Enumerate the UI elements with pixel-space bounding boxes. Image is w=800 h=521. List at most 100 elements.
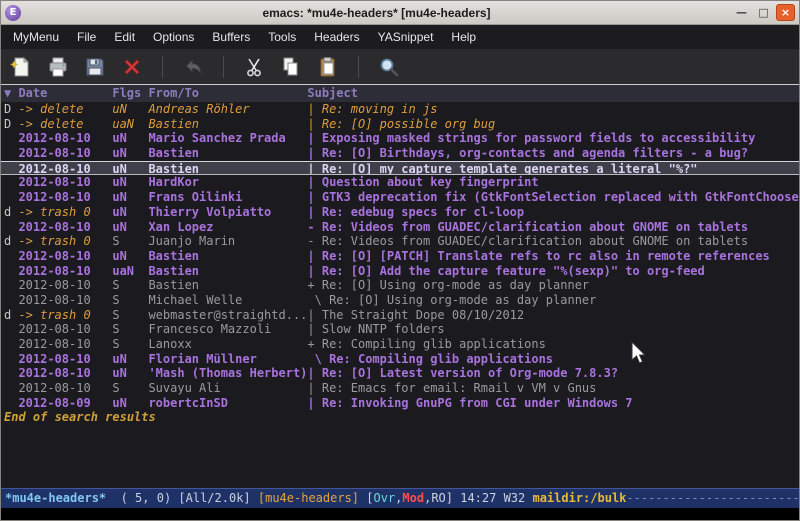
flags: uN xyxy=(112,102,148,117)
toolbar-separator xyxy=(162,56,163,78)
from: Andreas Röhler xyxy=(148,102,307,117)
maximize-button[interactable]: □ xyxy=(754,4,773,21)
message-row[interactable]: d -> trash 0 S Juanjo Marin - Re: Videos… xyxy=(1,234,799,249)
flags: uN xyxy=(112,146,148,161)
mark-char xyxy=(4,293,18,308)
message-row[interactable]: 2012-08-10 uN Xan Lopez - Re: Videos fro… xyxy=(1,220,799,235)
date-or-mark: 2012-08-10 xyxy=(18,381,112,396)
subject: | Re: moving in js xyxy=(307,102,799,117)
subject: + Re: [O] Using org-mode as day planner xyxy=(307,278,799,293)
menu-item-options[interactable]: Options xyxy=(144,27,203,47)
cut-icon xyxy=(242,55,266,79)
column-header-date[interactable]: Date xyxy=(18,85,112,102)
undo-icon xyxy=(181,55,205,79)
echo-area[interactable] xyxy=(1,508,799,520)
date-or-mark: -> trash 0 xyxy=(18,308,112,323)
menu-item-yasnippet[interactable]: YASnippet xyxy=(369,27,443,47)
message-row[interactable]: d -> trash 0 S webmaster@straightd... | … xyxy=(1,308,799,323)
subject: | Question about key fingerprint xyxy=(307,175,799,190)
flags: uaN xyxy=(112,264,148,279)
menu-item-file[interactable]: File xyxy=(68,27,105,47)
menu-item-help[interactable]: Help xyxy=(442,27,485,47)
subject: | Re: [O] possible org bug xyxy=(307,117,799,132)
menu-item-mymenu[interactable]: MyMenu xyxy=(4,27,68,47)
flags: uN xyxy=(112,190,148,205)
from: Mario Sanchez Prada xyxy=(148,131,307,146)
column-header-flags[interactable]: Flgs xyxy=(112,85,148,102)
close-buffer-icon xyxy=(120,55,144,79)
cut-button[interactable] xyxy=(242,55,266,79)
subject: | Re: Emacs for email: Rmail v VM v Gnus xyxy=(307,381,799,396)
flags: S xyxy=(112,308,148,323)
new-file-button[interactable] xyxy=(9,55,33,79)
save-button[interactable] xyxy=(83,55,107,79)
flags: S xyxy=(112,234,148,249)
date-or-mark: 2012-08-10 xyxy=(18,366,112,381)
date-or-mark: 2012-08-10 xyxy=(18,352,112,367)
message-row[interactable]: 2012-08-10 S Michael Welle \ Re: [O] Usi… xyxy=(1,293,799,308)
minimize-button[interactable]: — xyxy=(732,4,751,21)
close-button[interactable]: × xyxy=(776,4,795,21)
message-row[interactable]: 2012-08-10 uN Bastien | Re: [O] my captu… xyxy=(1,161,799,176)
mark-char: d xyxy=(4,205,18,220)
message-row[interactable]: 2012-08-10 uN 'Mash (Thomas Herbert) | R… xyxy=(1,366,799,381)
close-buffer-button[interactable] xyxy=(120,55,144,79)
flags: S xyxy=(112,337,148,352)
message-row[interactable]: 2012-08-10 S Francesco Mazzoli | Slow NN… xyxy=(1,322,799,337)
flags: S xyxy=(112,293,148,308)
message-row[interactable]: 2012-08-10 S Bastien + Re: [O] Using org… xyxy=(1,278,799,293)
copy-button[interactable] xyxy=(279,55,303,79)
message-row[interactable]: 2012-08-10 uN HardKor | Question about k… xyxy=(1,175,799,190)
message-row[interactable]: 2012-08-10 uN Frans Oilinki | GTK3 depre… xyxy=(1,190,799,205)
message-row[interactable]: 2012-08-10 uN Bastien | Re: [O] [PATCH] … xyxy=(1,249,799,264)
menu-item-buffers[interactable]: Buffers xyxy=(203,27,259,47)
flags: uN xyxy=(112,249,148,264)
from: Juanjo Marin xyxy=(148,234,307,249)
message-row[interactable]: d -> trash 0 uN Thierry Volpiatto | Re: … xyxy=(1,205,799,220)
paste-button[interactable] xyxy=(316,55,340,79)
subject: \ Re: Compiling glib applications xyxy=(307,352,799,367)
modeline-plain: ,RO] xyxy=(424,489,460,508)
subject: | Re: [O] Add the capture feature "%(sex… xyxy=(307,264,799,279)
from: Frans Oilinki xyxy=(148,190,307,205)
date-or-mark: 2012-08-10 xyxy=(18,162,112,175)
date-or-mark: -> trash 0 xyxy=(18,234,112,249)
message-row[interactable]: 2012-08-10 uN Mario Sanchez Prada | Expo… xyxy=(1,131,799,146)
flags: uN xyxy=(112,162,148,175)
title-bar[interactable]: E emacs: *mu4e-headers* [mu4e-headers] —… xyxy=(1,1,799,25)
message-row[interactable]: 2012-08-10 S Lanoxx + Re: Compiling glib… xyxy=(1,337,799,352)
menu-bar: MyMenuFileEditOptionsBuffersToolsHeaders… xyxy=(1,25,799,49)
message-row[interactable]: 2012-08-10 uN Florian Müllner \ Re: Comp… xyxy=(1,352,799,367)
date-or-mark: -> delete xyxy=(18,102,112,117)
mark-char xyxy=(4,175,18,190)
date-or-mark: 2012-08-10 xyxy=(18,220,112,235)
search-button[interactable] xyxy=(377,55,401,79)
mark-char xyxy=(4,381,18,396)
mouse-cursor xyxy=(631,341,649,365)
column-header-from[interactable]: From/To xyxy=(148,85,307,102)
flags: uN xyxy=(112,352,148,367)
message-row[interactable]: 2012-08-10 uN Bastien | Re: [O] Birthday… xyxy=(1,146,799,161)
from: Florian Müllner xyxy=(148,352,307,367)
message-row[interactable]: 2012-08-09 uN robertcInSD | Re: Invoking… xyxy=(1,396,799,411)
mark-char xyxy=(4,190,18,205)
message-row[interactable]: D -> delete uaN Bastien | Re: [O] possib… xyxy=(1,117,799,132)
print-button[interactable] xyxy=(46,55,70,79)
undo-button[interactable] xyxy=(181,55,205,79)
message-row[interactable]: 2012-08-10 S Suvayu Ali | Re: Emacs for … xyxy=(1,381,799,396)
modeline-plain: 14:27 W32 xyxy=(460,489,532,508)
modeline-dashes: ----------------------------------------… xyxy=(626,489,799,508)
flags: uN xyxy=(112,131,148,146)
menu-item-tools[interactable]: Tools xyxy=(259,27,305,47)
date-or-mark: 2012-08-10 xyxy=(18,249,112,264)
subject: \ Re: [O] Using org-mode as day planner xyxy=(307,293,799,308)
message-row[interactable]: 2012-08-10 uaN Bastien | Re: [O] Add the… xyxy=(1,264,799,279)
column-header-subject[interactable]: Subject xyxy=(307,85,799,102)
sort-direction-icon[interactable]: ▼ xyxy=(4,85,18,102)
menu-item-edit[interactable]: Edit xyxy=(105,27,144,47)
mark-char: d xyxy=(4,308,18,323)
menu-item-headers[interactable]: Headers xyxy=(305,27,368,47)
message-row[interactable]: D -> delete uN Andreas Röhler | Re: movi… xyxy=(1,102,799,117)
subject: | Re: [O] Latest version of Org-mode 7.8… xyxy=(307,366,799,381)
mark-char xyxy=(4,220,18,235)
